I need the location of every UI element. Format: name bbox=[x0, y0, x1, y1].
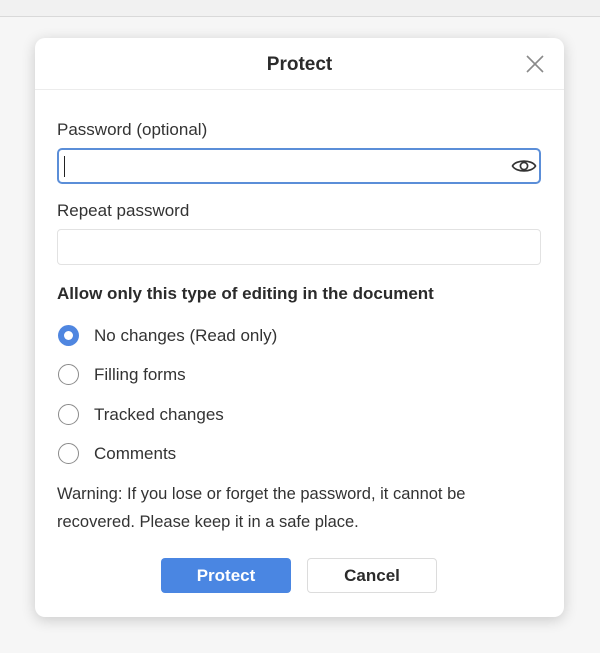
radio-button[interactable] bbox=[58, 404, 79, 425]
eye-icon bbox=[511, 160, 537, 172]
password-field[interactable] bbox=[57, 148, 541, 184]
password-input[interactable] bbox=[65, 154, 505, 178]
radio-label: No changes (Read only) bbox=[94, 326, 278, 345]
radio-comments[interactable]: Comments bbox=[57, 442, 357, 466]
protect-button[interactable]: Protect bbox=[161, 558, 291, 593]
radio-label: Comments bbox=[94, 444, 177, 463]
warning-text: Warning: If you lose or forget the passw… bbox=[57, 485, 466, 531]
radio-no-changes[interactable]: No changes (Read only) bbox=[57, 324, 357, 348]
cancel-button[interactable]: Cancel bbox=[307, 558, 437, 593]
password-label: Password (optional) bbox=[57, 120, 208, 139]
editing-type-heading: Allow only this type of editing in the d… bbox=[57, 284, 434, 303]
protect-dialog: Protect Password (optional) Repeat passw… bbox=[35, 38, 564, 617]
close-button[interactable] bbox=[523, 52, 547, 76]
radio-button-checked[interactable] bbox=[58, 325, 79, 346]
close-icon bbox=[526, 55, 544, 73]
show-password-button[interactable] bbox=[511, 156, 537, 176]
dialog-title: Protect bbox=[266, 54, 333, 75]
radio-tracked-changes[interactable]: Tracked changes bbox=[57, 403, 357, 427]
repeat-password-label: Repeat password bbox=[57, 201, 190, 220]
background-toolbar bbox=[0, 0, 600, 17]
radio-filling-forms[interactable]: Filling forms bbox=[57, 363, 357, 387]
radio-label: Tracked changes bbox=[94, 405, 224, 424]
repeat-password-field[interactable] bbox=[57, 229, 541, 265]
repeat-password-input[interactable] bbox=[64, 234, 504, 258]
radio-button[interactable] bbox=[58, 364, 79, 385]
radio-label: Filling forms bbox=[94, 365, 186, 384]
dialog-header: Protect bbox=[35, 38, 564, 90]
radio-button[interactable] bbox=[58, 443, 79, 464]
